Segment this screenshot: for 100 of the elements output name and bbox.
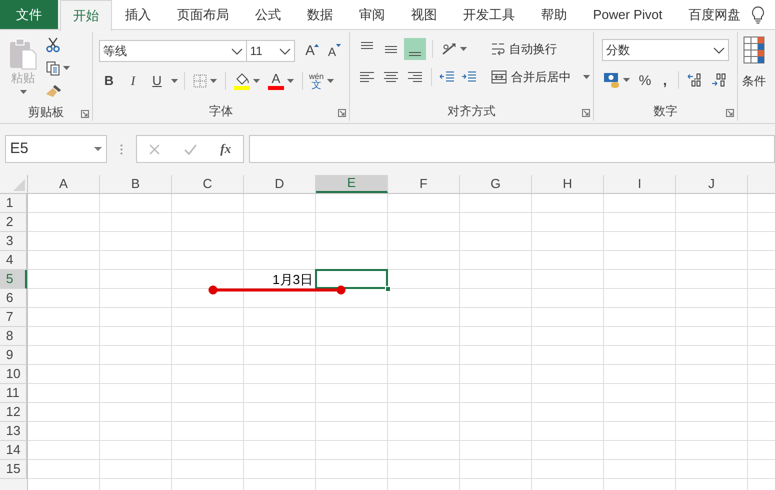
- caret-icon[interactable]: [171, 79, 178, 83]
- paint-bucket-icon: [234, 72, 250, 90]
- ribbon-tab[interactable]: 帮助: [528, 0, 580, 29]
- column-header[interactable]: I: [604, 175, 676, 193]
- row-header[interactable]: 11: [0, 384, 27, 403]
- row-header[interactable]: 5: [0, 270, 27, 289]
- column-header[interactable]: A: [28, 175, 100, 193]
- column-header[interactable]: C: [172, 175, 244, 193]
- vertical-dots-icon: [120, 144, 123, 154]
- row-header[interactable]: 6: [0, 289, 27, 308]
- row-header[interactable]: 3: [0, 232, 27, 251]
- column-header[interactable]: B: [100, 175, 172, 193]
- column-header[interactable]: G: [460, 175, 532, 193]
- lines-icon: [385, 46, 397, 52]
- bold-button[interactable]: B: [99, 71, 119, 91]
- scissors-icon: [46, 37, 60, 53]
- row-header[interactable]: 14: [0, 441, 27, 460]
- caret-icon[interactable]: [460, 47, 467, 51]
- bottom-align-button[interactable]: [404, 38, 426, 60]
- row-header[interactable]: 8: [0, 327, 27, 346]
- outdent-icon: [439, 70, 455, 84]
- column-header[interactable]: E: [316, 175, 388, 193]
- file-tab[interactable]: 文件: [0, 0, 58, 29]
- group-label: 对齐方式: [448, 103, 496, 120]
- fill-handle[interactable]: [385, 286, 391, 292]
- group-label: 字体: [209, 103, 233, 120]
- ribbon-tab[interactable]: 数据: [294, 0, 346, 29]
- checkmark-icon[interactable]: [184, 144, 197, 154]
- merge-cells-icon: [491, 70, 507, 84]
- paintbrush-icon: [46, 84, 62, 98]
- ribbon-tab[interactable]: 页面布局: [164, 0, 242, 29]
- row-header[interactable]: 15: [0, 460, 27, 479]
- number-format-dropdown[interactable]: 分数: [602, 39, 729, 61]
- chevron-down-icon: [231, 48, 243, 54]
- insert-function-button[interactable]: fx: [220, 139, 232, 159]
- comma-style-button[interactable]: ,: [658, 70, 672, 90]
- group-label: 剪贴板: [28, 104, 64, 120]
- increase-font-size-button[interactable]: A: [301, 41, 319, 61]
- name-box[interactable]: E5: [5, 135, 107, 163]
- caret-icon[interactable]: [210, 79, 217, 83]
- triangle-down-icon: [336, 44, 341, 47]
- copy-icon: [46, 60, 60, 76]
- column-header[interactable]: F: [388, 175, 460, 193]
- underline-button[interactable]: U: [147, 71, 167, 91]
- lines-icon: [360, 72, 374, 82]
- formula-input[interactable]: [249, 135, 775, 163]
- row-header[interactable]: 1: [0, 194, 27, 213]
- font-color-button[interactable]: A: [266, 70, 296, 92]
- triangle-up-icon: [314, 44, 319, 47]
- angled-text-icon: [441, 42, 457, 56]
- lines-icon: [384, 72, 398, 82]
- dialog-launcher-icon[interactable]: [726, 109, 734, 117]
- font-size-dropdown[interactable]: 11: [247, 40, 295, 62]
- row-header[interactable]: 10: [0, 365, 27, 384]
- row-header[interactable]: 2: [0, 213, 27, 232]
- row-header[interactable]: 12: [0, 403, 27, 422]
- indent-icon: [461, 70, 477, 84]
- italic-button[interactable]: I: [123, 71, 143, 91]
- ribbon-tab[interactable]: 插入: [112, 0, 164, 29]
- caret-icon[interactable]: [583, 75, 590, 79]
- caret-icon: [94, 147, 102, 151]
- decimal-arrow-right-icon: [711, 73, 727, 87]
- caret-icon[interactable]: [63, 66, 70, 70]
- lines-icon: [409, 52, 421, 56]
- dialog-launcher-icon[interactable]: [338, 109, 346, 117]
- ribbon-tab[interactable]: 开发工具: [450, 0, 528, 29]
- wrap-text-button[interactable]: 自动换行: [491, 38, 590, 60]
- table-grid-icon: [743, 36, 765, 64]
- ribbon-tab[interactable]: 视图: [398, 0, 450, 29]
- caret-icon[interactable]: [287, 79, 294, 83]
- font-name-dropdown[interactable]: 等线: [99, 40, 247, 62]
- lines-icon: [361, 42, 373, 49]
- clipboard-icon: [8, 38, 38, 70]
- chevron-down-icon: [279, 48, 291, 54]
- decrease-font-size-button[interactable]: A: [323, 41, 341, 61]
- dialog-launcher-icon[interactable]: [582, 109, 590, 117]
- ribbon-tab[interactable]: 百度网盘: [675, 0, 754, 29]
- phonetic-guide-button[interactable]: wén 文: [309, 70, 334, 92]
- row-header[interactable]: 7: [0, 308, 27, 327]
- caret-icon[interactable]: [326, 79, 334, 83]
- conditional-format-button[interactable]: 条件: [742, 72, 766, 90]
- caret-icon[interactable]: [253, 79, 260, 83]
- caret-icon[interactable]: [623, 78, 630, 82]
- cell-grid[interactable]: 1月3日: [28, 194, 775, 490]
- merge-center-button[interactable]: 合并后居中: [491, 66, 590, 88]
- wrap-text-icon: [491, 41, 505, 57]
- row-header[interactable]: 13: [0, 422, 27, 441]
- lightbulb-icon[interactable]: [751, 6, 765, 24]
- ribbon-tab[interactable]: 公式: [242, 0, 294, 29]
- ribbon-tab[interactable]: 开始: [60, 0, 112, 31]
- column-header[interactable]: H: [532, 175, 604, 193]
- table-cell-text: 1月3日: [272, 270, 314, 289]
- ribbon-tab[interactable]: 审阅: [346, 0, 398, 29]
- row-header[interactable]: 4: [0, 251, 27, 270]
- column-header[interactable]: J: [676, 175, 748, 193]
- row-header[interactable]: 9: [0, 346, 27, 365]
- percent-style-button[interactable]: %: [636, 70, 654, 90]
- dialog-launcher-icon[interactable]: [81, 110, 89, 118]
- ribbon-tab[interactable]: Power Pivot: [580, 0, 676, 29]
- lines-icon: [408, 72, 422, 82]
